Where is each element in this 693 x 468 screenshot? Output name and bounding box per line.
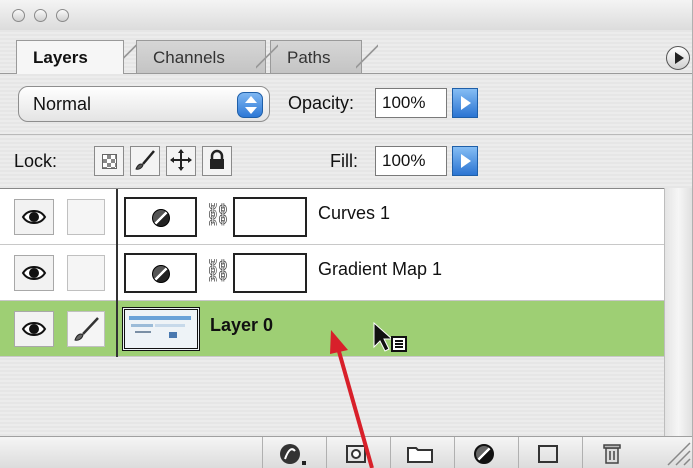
layer-link-cell[interactable] — [67, 255, 105, 291]
layer-row[interactable]: ⛓ Curves 1 — [0, 189, 664, 245]
image-thumbnail-icon — [129, 316, 191, 338]
fx-icon — [279, 443, 306, 465]
tab-layers-label: Layers — [33, 48, 88, 67]
brush-icon — [74, 317, 99, 341]
zoom-icon[interactable] — [56, 9, 69, 22]
layer-mask-thumbnail[interactable] — [233, 253, 307, 293]
blend-mode-stepper-icon[interactable] — [237, 92, 263, 118]
chain-link-icon[interactable]: ⛓ — [204, 202, 232, 228]
tab-paths-label: Paths — [287, 48, 331, 67]
layers-panel: Channels Paths Layers Normal Opacity: 10… — [0, 0, 693, 468]
layer-visibility-toggle[interactable] — [14, 311, 54, 347]
column-divider — [116, 245, 118, 301]
layer-row[interactable]: ⛓ Gradient Map 1 — [0, 245, 664, 301]
page-icon — [537, 444, 558, 463]
layer-row-selected[interactable]: Layer 0 — [0, 301, 664, 357]
title-bar — [0, 0, 692, 30]
layer-paint-cell[interactable] — [67, 311, 105, 347]
layer-visibility-toggle[interactable] — [14, 199, 54, 235]
new-layer-icon[interactable] — [518, 437, 576, 468]
move-arrows-icon — [170, 149, 192, 171]
tab-channels-label: Channels — [153, 48, 225, 67]
half-circle-icon — [473, 443, 494, 464]
fill-label: Fill: — [330, 151, 358, 171]
tab-paths[interactable]: Paths — [270, 40, 362, 73]
layer-name[interactable]: Gradient Map 1 — [318, 257, 442, 281]
adjustment-layer-icon[interactable] — [454, 437, 512, 468]
panel-menu-button[interactable] — [666, 46, 690, 70]
opacity-slider-arrow-icon[interactable] — [452, 88, 478, 118]
checker-icon — [102, 154, 117, 169]
tab-layers[interactable]: Layers — [16, 40, 124, 74]
mask-icon — [345, 444, 366, 463]
blend-mode-value: Normal — [33, 94, 92, 114]
column-divider — [116, 189, 118, 245]
fill-slider-arrow-icon[interactable] — [452, 146, 478, 176]
adjustment-thumbnail[interactable] — [124, 197, 197, 237]
adjustment-icon — [152, 265, 170, 283]
close-icon[interactable] — [12, 9, 25, 22]
fill-field[interactable]: 100% — [375, 146, 447, 176]
column-divider — [116, 301, 118, 357]
opacity-label: Opacity: — [288, 93, 355, 113]
adjustment-thumbnail[interactable] — [124, 253, 197, 293]
folder-icon — [406, 446, 433, 463]
add-mask-icon[interactable] — [326, 437, 384, 468]
cursor-arrow-icon — [373, 321, 407, 352]
eye-icon — [21, 266, 47, 280]
divider — [0, 134, 692, 135]
lock-all-icon[interactable] — [202, 146, 232, 176]
bottom-toolbar — [0, 436, 692, 468]
trash-can-icon — [602, 443, 621, 464]
tab-divider — [356, 40, 378, 73]
tab-channels[interactable]: Channels — [136, 40, 266, 73]
layer-visibility-toggle[interactable] — [14, 255, 54, 291]
brush-icon — [135, 150, 155, 170]
minimize-icon[interactable] — [34, 9, 47, 22]
lock-label: Lock: — [14, 151, 58, 171]
opacity-field[interactable]: 100% — [375, 88, 447, 118]
layer-style-icon[interactable] — [262, 437, 320, 468]
layer-name[interactable]: Curves 1 — [318, 201, 390, 225]
eye-icon — [21, 210, 47, 224]
blend-mode-select[interactable]: Normal — [18, 86, 270, 122]
layer-link-cell[interactable] — [67, 199, 105, 235]
layer-mask-thumbnail[interactable] — [233, 197, 307, 237]
lock-move-icon[interactable] — [166, 146, 196, 176]
eye-icon — [21, 322, 47, 336]
tab-divider — [256, 40, 278, 73]
resize-grip-icon[interactable] — [664, 439, 692, 467]
lock-transparent-icon[interactable] — [94, 146, 124, 176]
chain-link-icon[interactable]: ⛓ — [204, 258, 232, 284]
new-group-icon[interactable] — [390, 437, 448, 468]
opacity-value: 100% — [382, 93, 426, 112]
lock-paint-icon[interactable] — [130, 146, 160, 176]
layer-name[interactable]: Layer 0 — [210, 313, 273, 337]
layer-thumbnail[interactable] — [122, 307, 200, 351]
trash-icon[interactable] — [582, 437, 640, 468]
fill-value: 100% — [382, 151, 426, 170]
scrollbar[interactable] — [664, 188, 692, 436]
adjustment-icon — [152, 209, 170, 227]
padlock-icon — [210, 149, 224, 169]
